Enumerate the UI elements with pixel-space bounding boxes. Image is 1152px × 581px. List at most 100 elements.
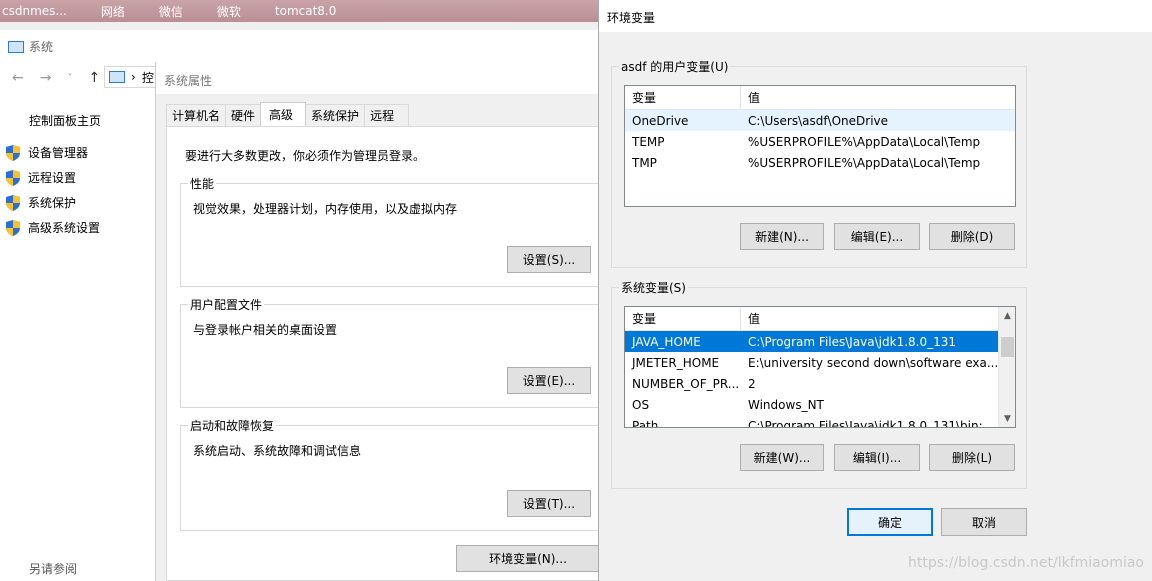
taskbar-item[interactable]: 网络 <box>99 3 125 20</box>
taskbar-item[interactable]: tomcat8.0 <box>273 4 336 18</box>
advanced-tab-pane: 要进行大多数更改，你必须作为管理员登录。 性能 视觉效果，处理器计划，内存使用，… <box>166 126 610 581</box>
shield-icon <box>6 169 20 186</box>
variable-name: JAVA_HOME <box>632 334 701 349</box>
computer-icon <box>8 40 24 53</box>
group-description: 与登录帐户相关的桌面设置 <box>193 323 338 337</box>
sidebar-item-label: 远程设置 <box>28 171 77 185</box>
system-variables-group: 系统变量(S) 变量 值 JAVA_HOME C:\Program Files\… <box>611 279 1027 489</box>
column-header-variable[interactable]: 变量 <box>625 86 741 109</box>
column-header-value[interactable]: 值 <box>741 86 1015 109</box>
list-item[interactable]: OS Windows_NT <box>625 394 998 415</box>
system-edit-button[interactable]: 编辑(I)... <box>834 444 920 471</box>
group-description: 系统启动、系统故障和调试信息 <box>193 444 362 458</box>
taskbar-item[interactable]: 微信 <box>157 3 183 20</box>
variable-name: OS <box>632 397 650 412</box>
nav-bar: ← → ˅ ↑ <box>12 70 116 86</box>
breadcrumb-separator: › <box>131 70 136 84</box>
see-also-heading: 另请参阅 <box>29 562 78 576</box>
variable-value: C:\Users\asdf\OneDrive <box>748 113 889 128</box>
startup-recovery-settings-button[interactable]: 设置(T)... <box>507 490 591 517</box>
watermark: https://blog.csdn.net/lkfmiaomiao <box>907 555 1144 571</box>
user-delete-button[interactable]: 删除(D) <box>929 223 1015 250</box>
dialog-titlebar: 系统属性 <box>156 62 601 94</box>
list-header: 变量 值 <box>625 307 998 331</box>
variable-name: TMP <box>632 155 657 170</box>
tab-computer-name[interactable]: 计算机名 <box>166 104 227 126</box>
group-description: 视觉效果，处理器计划，内存使用，以及虚拟内存 <box>193 202 458 216</box>
taskbar-item[interactable]: 微软 <box>215 3 241 20</box>
sidebar-item-label: 系统保护 <box>28 196 77 210</box>
sidebar-item-label: 设备管理器 <box>28 146 89 160</box>
variable-value: E:\university second down\software exa..… <box>748 355 998 370</box>
tab-hardware[interactable]: 硬件 <box>225 104 262 126</box>
environment-variables-dialog: 环境变量 asdf 的用户变量(U) 变量 值 OneDrive C:\User… <box>598 0 1152 581</box>
variable-value: C:\Program Files\Java\jdk1.8.0_131\bin;.… <box>748 418 995 428</box>
shield-icon <box>6 219 20 236</box>
taskbar-item[interactable]: csdnmes... <box>0 4 67 18</box>
ok-button[interactable]: 确定 <box>847 508 933 536</box>
performance-group: 性能 视觉效果，处理器计划，内存使用，以及虚拟内存 设置(S)... <box>180 175 610 287</box>
user-variables-list[interactable]: 变量 值 OneDrive C:\Users\asdf\OneDrive TEM… <box>624 85 1016 207</box>
group-title: 用户配置文件 <box>188 296 265 313</box>
list-item[interactable]: Path C:\Program Files\Java\jdk1.8.0_131\… <box>625 415 998 428</box>
variable-value: Windows_NT <box>748 397 824 412</box>
shield-icon <box>6 194 20 211</box>
system-new-button[interactable]: 新建(W)... <box>740 444 824 471</box>
sidebar-item-advanced-settings[interactable]: 高级系统设置 <box>6 219 100 236</box>
system-properties-dialog: 系统属性 计算机名 硬件 高级 系统保护 远程 要进行大多数更改，你必须作为管理… <box>155 62 610 581</box>
tab-remote[interactable]: 远程 <box>364 104 410 126</box>
variable-value: C:\Program Files\Java\jdk1.8.0_131 <box>748 334 957 349</box>
scroll-up-icon[interactable]: ▲ <box>999 307 1015 324</box>
variable-name: OneDrive <box>632 113 689 128</box>
taskbar: csdnmes... 网络 微信 微软 tomcat8.0 <box>0 0 600 22</box>
tab-advanced[interactable]: 高级 <box>260 102 307 126</box>
system-window: 系统 ← → ˅ ↑ › 控 控制面板主页 设备管理器 远程设置 系统保护 高级… <box>0 30 610 581</box>
column-header-value[interactable]: 值 <box>741 307 998 330</box>
back-icon[interactable]: ← <box>12 70 24 86</box>
variable-value: 2 <box>748 376 756 391</box>
environment-variables-button[interactable]: 环境变量(N)... <box>456 545 600 572</box>
vertical-scrollbar[interactable]: ▲ ▼ <box>998 307 1015 427</box>
chevron-down-icon[interactable]: ˅ <box>67 73 72 84</box>
system-variables-list[interactable]: 变量 值 JAVA_HOME C:\Program Files\Java\jdk… <box>624 306 1016 428</box>
computer-icon <box>109 71 125 83</box>
user-profiles-group: 用户配置文件 与登录帐户相关的桌面设置 设置(E)... <box>180 296 610 408</box>
list-item[interactable]: JMETER_HOME E:\university second down\so… <box>625 352 998 373</box>
user-new-button[interactable]: 新建(N)... <box>740 223 824 250</box>
variable-value: %USERPROFILE%\AppData\Local\Temp <box>748 155 981 170</box>
startup-recovery-group: 启动和故障恢复 系统启动、系统故障和调试信息 设置(T)... <box>180 417 610 531</box>
forward-icon[interactable]: → <box>40 70 52 86</box>
sidebar-item-device-manager[interactable]: 设备管理器 <box>6 144 88 161</box>
list-item[interactable]: TEMP %USERPROFILE%\AppData\Local\Temp <box>625 131 1015 152</box>
list-item[interactable]: JAVA_HOME C:\Program Files\Java\jdk1.8.0… <box>625 331 998 352</box>
column-header-variable[interactable]: 变量 <box>625 307 741 330</box>
sidebar-item-system-protection[interactable]: 系统保护 <box>6 194 76 211</box>
tab-strip: 计算机名 硬件 高级 系统保护 远程 <box>166 102 410 126</box>
control-panel-home-link[interactable]: 控制面板主页 <box>29 112 101 129</box>
scroll-down-icon[interactable]: ▼ <box>999 410 1015 427</box>
performance-settings-button[interactable]: 设置(S)... <box>507 246 591 273</box>
variable-name: JMETER_HOME <box>632 355 720 370</box>
up-icon[interactable]: ↑ <box>88 70 100 86</box>
list-item[interactable]: TMP %USERPROFILE%\AppData\Local\Temp <box>625 152 1015 173</box>
list-item[interactable]: OneDrive C:\Users\asdf\OneDrive <box>625 110 1015 131</box>
list-item[interactable]: NUMBER_OF_PR... 2 <box>625 373 998 394</box>
group-title: 启动和故障恢复 <box>188 417 277 434</box>
breadcrumb[interactable]: 控 <box>142 69 154 86</box>
variable-name: Path <box>632 418 659 428</box>
variable-name: NUMBER_OF_PR... <box>632 376 740 391</box>
system-window-title: 系统 <box>8 38 53 55</box>
user-edit-button[interactable]: 编辑(E)... <box>834 223 920 250</box>
user-variables-group: asdf 的用户变量(U) 变量 值 OneDrive C:\Users\asd… <box>611 58 1027 268</box>
tab-system-protection[interactable]: 系统保护 <box>305 104 366 126</box>
group-title: 性能 <box>188 175 217 192</box>
dialog-title: 系统属性 <box>164 74 213 88</box>
variable-name: TEMP <box>632 134 665 149</box>
cancel-button[interactable]: 取消 <box>941 508 1027 536</box>
system-delete-button[interactable]: 删除(L) <box>929 444 1015 471</box>
admin-notice: 要进行大多数更改，你必须作为管理员登录。 <box>185 149 426 163</box>
scrollbar-thumb[interactable] <box>1001 337 1014 357</box>
sidebar-item-remote-settings[interactable]: 远程设置 <box>6 169 76 186</box>
dialog-title: 环境变量 <box>607 11 656 25</box>
user-profiles-settings-button[interactable]: 设置(E)... <box>507 367 591 394</box>
